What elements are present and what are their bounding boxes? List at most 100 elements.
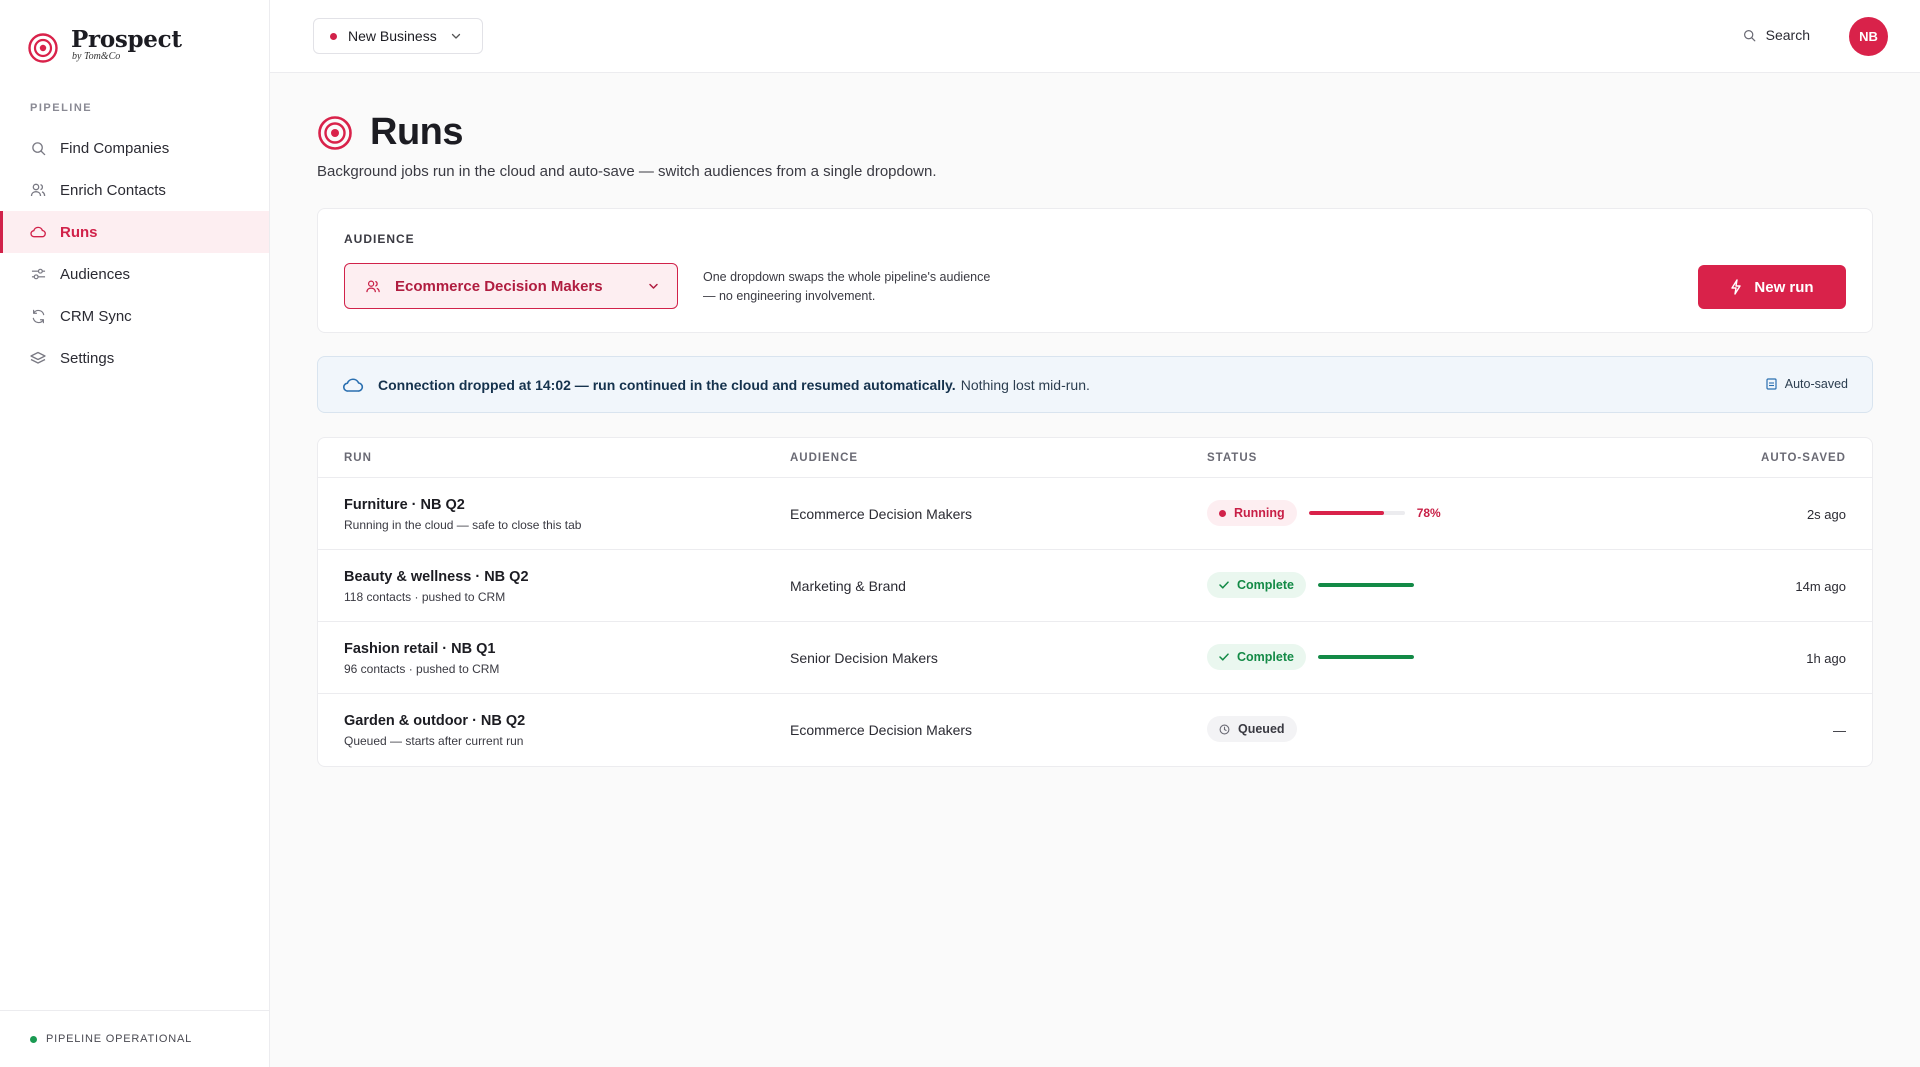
sidebar-item-find-companies[interactable]: Find Companies xyxy=(0,127,269,169)
users-icon xyxy=(30,182,46,198)
run-status: Complete xyxy=(1207,644,1414,670)
search-icon xyxy=(1743,29,1756,41)
column-header-audience: AUDIENCE xyxy=(790,452,859,464)
search-icon xyxy=(30,140,46,156)
audience-help-line: — no engineering involvement. xyxy=(703,289,876,303)
table-header: RUN AUDIENCE STATUS AUTO-SAVED xyxy=(318,438,1872,478)
sidebar-nav: Find Companies Enrich Contacts Runs Audi… xyxy=(0,127,269,379)
connection-banner: Connection dropped at 14:02 — run contin… xyxy=(317,356,1873,413)
run-auto-saved: — xyxy=(1833,723,1846,738)
audience-card: AUDIENCE Ecommerce Decision Makers One d… xyxy=(317,208,1873,333)
banner-message: Connection dropped at 14:02 — run contin… xyxy=(378,376,956,393)
sidebar-item-audiences[interactable]: Audiences xyxy=(0,253,269,295)
run-audience: Senior Decision Makers xyxy=(790,650,938,666)
cloud-icon xyxy=(30,224,46,240)
run-name: Beauty & wellness · NB Q2 xyxy=(344,569,529,585)
sidebar-item-settings[interactable]: Settings xyxy=(0,337,269,379)
run-detail: 96 contacts · pushed to CRM xyxy=(344,662,500,676)
audience-help-text: One dropdown swaps the whole pipeline's … xyxy=(703,268,1043,306)
target-icon xyxy=(318,115,352,150)
layers-icon xyxy=(30,350,46,366)
sidebar-item-label: CRM Sync xyxy=(60,307,132,325)
banner-detail: Nothing lost mid-run. xyxy=(960,376,1090,393)
page-title: Runs xyxy=(370,111,464,153)
new-run-button[interactable]: New run xyxy=(1698,265,1846,309)
sidebar-item-label: Runs xyxy=(60,223,98,241)
topbar: New Business Search NB xyxy=(270,0,1920,73)
check-icon xyxy=(1219,581,1229,589)
run-name: Furniture · NB Q2 xyxy=(344,497,465,513)
run-status: Queued xyxy=(1207,716,1297,742)
audience-help-line: One dropdown swaps the whole pipeline's … xyxy=(703,270,991,284)
bolt-icon xyxy=(1731,279,1742,295)
run-audience: Ecommerce Decision Makers xyxy=(790,722,973,738)
audience-label: AUDIENCE xyxy=(344,232,415,246)
status-label: Queued xyxy=(1238,722,1285,736)
page-subtitle: Background jobs run in the cloud and aut… xyxy=(317,163,937,180)
run-auto-saved: 1h ago xyxy=(1806,651,1846,666)
table-row[interactable]: Beauty & wellness · NB Q2 118 contacts ·… xyxy=(318,550,1872,622)
audience-select[interactable]: Ecommerce Decision Makers xyxy=(344,263,678,309)
search-label: Search xyxy=(1765,27,1810,43)
pipeline-status-label: PIPELINE OPERATIONAL xyxy=(46,1033,193,1045)
avatar[interactable]: NB xyxy=(1849,17,1888,56)
chevron-down-icon xyxy=(451,33,461,40)
sidebar-item-label: Find Companies xyxy=(60,139,170,157)
search-button[interactable]: Search xyxy=(1743,27,1810,43)
run-detail: Running in the cloud — safe to close thi… xyxy=(344,518,582,532)
sidebar-item-label: Settings xyxy=(60,349,115,367)
workspace-label: New Business xyxy=(348,28,437,44)
brand-name: Prospect xyxy=(71,26,182,53)
run-status: Running 78% xyxy=(1207,500,1441,526)
runs-table: RUN AUDIENCE STATUS AUTO-SAVED Furniture… xyxy=(317,437,1873,767)
clock-icon xyxy=(1219,724,1230,734)
sidebar-item-runs[interactable]: Runs xyxy=(0,211,269,253)
progress-bar xyxy=(1317,655,1414,659)
status-label: Complete xyxy=(1237,650,1294,664)
workspace-select[interactable]: New Business xyxy=(313,18,483,54)
users-icon xyxy=(365,279,381,294)
progress-fill xyxy=(1317,655,1414,659)
run-name: Fashion retail · NB Q1 xyxy=(344,641,496,657)
table-row[interactable]: Fashion retail · NB Q1 96 contacts · pus… xyxy=(318,622,1872,694)
table-row[interactable]: Garden & outdoor · NB Q2 Queued — starts… xyxy=(318,694,1872,766)
sidebar-item-label: Audiences xyxy=(60,265,131,283)
status-dot-icon xyxy=(30,1035,37,1043)
sliders-icon xyxy=(30,266,46,282)
table-row[interactable]: Furniture · NB Q2 Running in the cloud —… xyxy=(318,478,1872,550)
status-badge: Complete xyxy=(1207,572,1306,598)
progress-bar xyxy=(1317,583,1414,587)
status-label: Complete xyxy=(1237,578,1294,592)
audience-selected-value: Ecommerce Decision Makers xyxy=(395,277,603,295)
column-header-auto-saved: AUTO-SAVED xyxy=(1761,452,1846,464)
page-header: Runs xyxy=(317,111,464,154)
autosaved-label: Auto-saved xyxy=(1784,377,1848,391)
sidebar-item-crm-sync[interactable]: CRM Sync xyxy=(0,295,269,337)
sidebar-item-enrich-contacts[interactable]: Enrich Contacts xyxy=(0,169,269,211)
status-label: Running xyxy=(1234,506,1285,520)
nav-section-title: PIPELINE xyxy=(30,102,93,114)
status-badge: Complete xyxy=(1207,644,1306,670)
sidebar-item-label: Enrich Contacts xyxy=(60,181,166,199)
sync-icon xyxy=(30,308,46,324)
progress-fill xyxy=(1308,511,1384,515)
run-status: Complete xyxy=(1207,572,1414,598)
brand-logo[interactable]: Prospect by Tom&Co xyxy=(27,27,182,64)
pipeline-status: PIPELINE OPERATIONAL xyxy=(0,1010,269,1067)
new-run-label: New run xyxy=(1754,278,1814,296)
run-detail: Queued — starts after current run xyxy=(344,734,524,748)
run-audience: Marketing & Brand xyxy=(790,578,906,594)
run-detail: 118 contacts · pushed to CRM xyxy=(344,590,506,604)
target-logo-icon xyxy=(28,33,58,63)
progress-fill xyxy=(1317,583,1414,587)
run-audience: Ecommerce Decision Makers xyxy=(790,506,973,522)
chevron-down-icon xyxy=(648,279,659,293)
check-icon xyxy=(1219,653,1229,661)
run-auto-saved: 2s ago xyxy=(1806,507,1846,522)
run-auto-saved: 14m ago xyxy=(1795,579,1846,594)
save-icon xyxy=(1766,378,1777,390)
cloud-icon xyxy=(343,377,364,392)
status-badge: Queued xyxy=(1207,716,1297,742)
column-header-run: RUN xyxy=(344,452,372,464)
running-dot-icon xyxy=(1219,509,1226,517)
